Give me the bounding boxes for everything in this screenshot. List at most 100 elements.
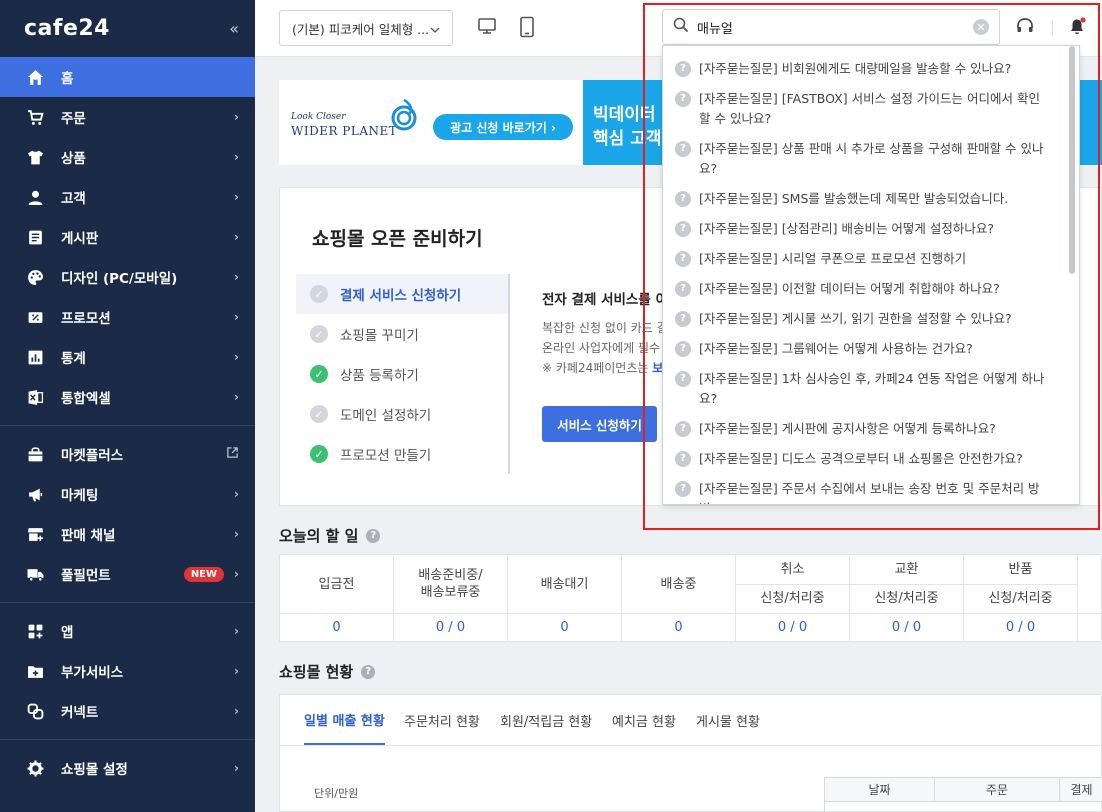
tab-posts[interactable]: 게시물 현황 (696, 695, 760, 745)
sales-th-payment: 결제 (1060, 778, 1102, 802)
todo-value-cancel[interactable]: 0 / 0 (736, 613, 850, 641)
banner-brand: WIDER PLANET (291, 124, 398, 138)
sidebar-divider (0, 602, 255, 603)
clear-search-icon[interactable]: ✕ (973, 19, 989, 35)
step-domain[interactable]: ✓ 도메인 설정하기 (296, 394, 508, 434)
help-icon[interactable]: ? (361, 664, 376, 679)
question-icon: ? (675, 341, 691, 357)
sidebar-item-statistics[interactable]: 통계 › (0, 337, 255, 377)
step-design[interactable]: ✓ 쇼핑몰 꾸미기 (296, 314, 508, 354)
tab-order-processing[interactable]: 주문처리 현황 (404, 695, 480, 745)
suggestion-item[interactable]: ? [자주묻는질문] 디도스 공격으로부터 내 쇼핑몰은 안전한가요? (663, 444, 1063, 474)
suggestion-item[interactable]: ? [자주묻는질문] 주문서 수집에서 보내는 송장 번호 및 주문처리 방법 (663, 474, 1063, 504)
tab-daily-sales[interactable]: 일별 매출 현황 (304, 695, 385, 745)
bell-icon[interactable] (1067, 16, 1089, 40)
cafe24-logo[interactable]: cafe24 (24, 16, 110, 41)
sidebar-divider (0, 739, 255, 740)
question-icon: ? (675, 421, 691, 437)
todo-header-return-sub: 신청/처리중 (964, 584, 1078, 613)
sidebar-item-design[interactable]: 디자인 (PC/모바일) › (0, 257, 255, 297)
step-product[interactable]: ✓ 상품 등록하기 (296, 354, 508, 394)
sidebar-item-app[interactable]: 앱 › (0, 611, 255, 651)
todo-value-deposit[interactable]: 0 (280, 613, 394, 641)
question-icon: ? (675, 451, 691, 467)
step-label: 결제 서비스 신청하기 (340, 288, 462, 304)
sidebar-item-excel[interactable]: 통합엑셀 › (0, 377, 255, 417)
tab-deposit[interactable]: 예치금 현황 (612, 695, 676, 745)
todo-value-exchange[interactable]: 0 / 0 (850, 613, 964, 641)
check-done-icon: ✓ (310, 365, 328, 383)
status-panel: 일별 매출 현황 주문처리 현황 회원/적립금 현황 예치금 현황 게시물 현황… (279, 694, 1102, 812)
percent-tag-icon (26, 308, 44, 326)
suggestion-item[interactable]: ? [자주묻는질문] 상품 판매 시 추가로 상품을 구성해 판매할 수 있나요? (663, 134, 1063, 184)
topbar-separator (1052, 20, 1053, 36)
suggestion-text: [자주묻는질문] SMS를 발송했는데 제목만 발송되었습니다. (699, 191, 1009, 206)
headset-icon[interactable] (1015, 16, 1037, 40)
suggestion-item[interactable]: ? [자주묻는질문] [FASTBOX] 서비스 설정 가이드는 어디에서 확인할… (663, 84, 1063, 134)
todo-value-return[interactable]: 0 / 0 (964, 613, 1078, 641)
suggestion-item[interactable]: ? [자주묻는질문] 게시물 쓰기, 읽기 권한을 설정할 수 있나요? (663, 304, 1063, 334)
search-input[interactable] (697, 19, 973, 35)
suggestion-item[interactable]: ? [자주묻는질문] 게시판에 공지사항은 어떻게 등록하나요? (663, 414, 1063, 444)
sidebar-item-label: 풀필먼트 (61, 568, 111, 584)
sidebar-item-promotion[interactable]: 프로모션 › (0, 297, 255, 337)
todo-value-shipping[interactable]: 0 (622, 613, 736, 641)
question-icon: ? (675, 311, 691, 327)
sidebar-item-order[interactable]: 주문 › (0, 97, 255, 137)
search-icon (673, 17, 689, 37)
sidebar-item-marketing[interactable]: 마케팅 › (0, 474, 255, 514)
sidebar-item-settings[interactable]: 쇼핑몰 설정 › (0, 748, 255, 788)
suggestion-item[interactable]: ? [자주묻는질문] 비회원에게도 대량메일을 발송할 수 있나요? (663, 54, 1063, 84)
shop-select[interactable]: (기본) 피코케어 일체형 ... (279, 10, 453, 46)
onboarding-steps: ✓ 결제 서비스 신청하기 ✓ 쇼핑몰 꾸미기 ✓ 상품 등록하기 ✓ 도메인 … (296, 274, 510, 474)
mobile-view-icon[interactable] (517, 16, 539, 40)
todo-header-shipping: 배송중 (622, 555, 736, 613)
chevron-right-icon: › (234, 270, 239, 284)
chevron-right-icon: › (234, 761, 239, 775)
suggestion-item[interactable]: ? [자주묻는질문] 이전할 데이터는 어떻게 취합해야 하나요? (663, 274, 1063, 304)
dropdown-scrollbar[interactable] (1069, 46, 1075, 274)
suggestion-item[interactable]: ? [자주묻는질문] 시리얼 쿠폰으로 프로모션 진행하기 (663, 244, 1063, 274)
banner-cta-button[interactable]: 광고 신청 바로가기 › (433, 114, 573, 140)
banner-brand-small: Look Closer (291, 112, 346, 122)
question-icon: ? (675, 91, 691, 107)
sidebar-item-marketplus[interactable]: 마켓플러스 (0, 434, 255, 474)
gear-icon (26, 759, 44, 777)
help-icon[interactable]: ? (366, 528, 381, 543)
suggestion-text: [자주묻는질문] 게시판에 공지사항은 어떻게 등록하나요? (699, 421, 996, 436)
tab-member-points[interactable]: 회원/적립금 현황 (500, 695, 592, 745)
sidebar-item-product[interactable]: 상품 › (0, 137, 255, 177)
todo-title: 오늘의 할 일 (279, 527, 359, 545)
unit-label: 단위/만원 (314, 787, 359, 800)
banner-headline-2: 핵심 고객 (593, 129, 662, 149)
sidebar-item-home[interactable]: 홈 (0, 57, 255, 97)
search-box[interactable]: ✕ (662, 9, 1000, 45)
service-apply-button[interactable]: 서비스 신청하기 (542, 406, 657, 442)
todo-section-title: 오늘의 할 일 ? (279, 525, 381, 546)
sidebar-item-board[interactable]: 게시판 › (0, 217, 255, 257)
todo-table: 입금전 배송준비중/ 배송보류중 배송대기 배송중 취소 교환 반품 신청/처리… (279, 554, 1102, 642)
step-payment[interactable]: ✓ 결제 서비스 신청하기 (296, 274, 508, 314)
chevron-right-icon: › (234, 527, 239, 541)
step-promotion[interactable]: ✓ 프로모션 만들기 (296, 434, 508, 474)
suggestion-item[interactable]: ? [자주묻는질문] [상점관리] 배송비는 어떻게 설정하나요? (663, 214, 1063, 244)
desktop-view-icon[interactable] (477, 16, 499, 40)
sidebar-item-sales-channel[interactable]: 판매 채널 › (0, 514, 255, 554)
sidebar-item-connect[interactable]: 커넥트 › (0, 691, 255, 731)
sidebar-item-customer[interactable]: 고객 › (0, 177, 255, 217)
suggestion-item[interactable]: ? [자주묻는질문] 1차 심사승인 후, 카페24 연동 작업은 어떻게 하나요… (663, 364, 1063, 414)
step-label: 도메인 설정하기 (340, 408, 432, 424)
question-icon: ? (675, 141, 691, 157)
todo-value-preparing[interactable]: 0 / 0 (394, 613, 508, 641)
sidebar-item-label: 게시판 (61, 231, 99, 247)
sidebar-item-label: 쇼핑몰 설정 (61, 762, 128, 778)
todo-header-preparing: 배송준비중/ 배송보류중 (394, 555, 508, 613)
sidebar-item-fulfillment[interactable]: 풀필먼트 NEW › (0, 554, 255, 594)
question-icon: ? (675, 221, 691, 237)
chevron-right-icon: › (234, 230, 239, 244)
sidebar-item-addon[interactable]: 부가서비스 › (0, 651, 255, 691)
suggestion-item[interactable]: ? [자주묻는질문] SMS를 발송했는데 제목만 발송되었습니다. (663, 184, 1063, 214)
todo-value-waiting[interactable]: 0 (508, 613, 622, 641)
suggestion-item[interactable]: ? [자주묻는질문] 그룹웨어는 어떻게 사용하는 건가요? (663, 334, 1063, 364)
collapse-sidebar-icon[interactable]: « (229, 19, 239, 38)
